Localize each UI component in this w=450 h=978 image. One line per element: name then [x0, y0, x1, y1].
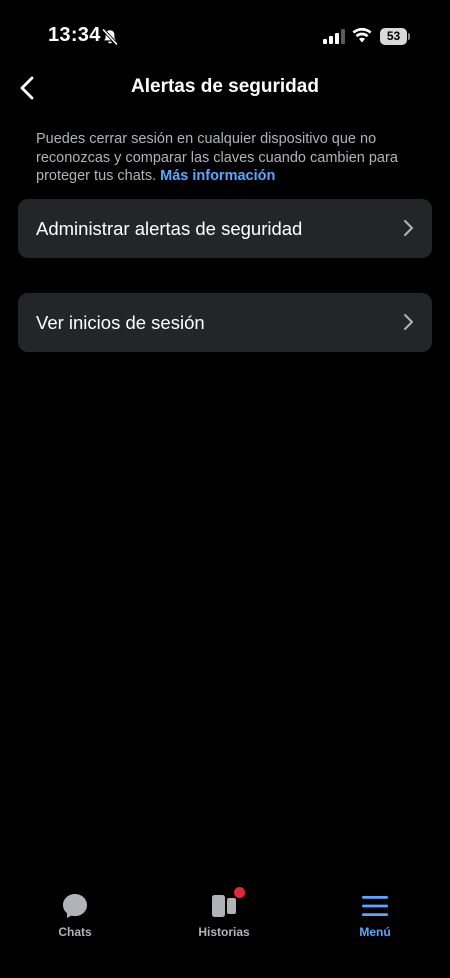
option-label: Administrar alertas de seguridad — [36, 218, 303, 239]
tab-historias[interactable]: Historias — [169, 880, 279, 950]
security-alerts-screen: 13:34 53 Alertas de seguridad Puedes cer… — [0, 0, 450, 978]
battery-tip — [408, 33, 410, 40]
page-title: Alertas de seguridad — [131, 76, 319, 97]
home-indicator — [150, 963, 300, 968]
chevron-right-icon — [404, 220, 413, 236]
tab-label: Menú — [359, 925, 391, 939]
chevron-right-icon — [404, 314, 413, 330]
stories-icon — [212, 895, 236, 917]
signal-icon — [323, 29, 345, 44]
header: Alertas de seguridad — [0, 68, 450, 108]
tab-chats[interactable]: Chats — [20, 880, 130, 950]
menu-icon — [362, 896, 388, 916]
description: Puedes cerrar sesión en cualquier dispos… — [36, 130, 426, 186]
tab-label: Historias — [198, 925, 250, 939]
more-info-link[interactable]: Más información — [160, 168, 275, 184]
tab-label: Chats — [58, 925, 92, 939]
tab-menu[interactable]: Menú — [320, 880, 430, 950]
battery-level: 53 — [380, 28, 407, 45]
wifi-icon — [352, 27, 372, 43]
option-label: Ver inicios de sesión — [36, 312, 205, 333]
status-time: 13:34 — [48, 24, 101, 46]
notification-badge — [234, 887, 245, 898]
view-logins-row[interactable]: Ver inicios de sesión — [18, 293, 432, 352]
battery-icon: 53 — [380, 28, 410, 45]
status-bar: 13:34 53 — [0, 0, 450, 72]
chat-bubble-icon — [63, 894, 87, 918]
manage-security-alerts-row[interactable]: Administrar alertas de seguridad — [18, 199, 432, 258]
bell-slash-icon — [102, 28, 118, 46]
